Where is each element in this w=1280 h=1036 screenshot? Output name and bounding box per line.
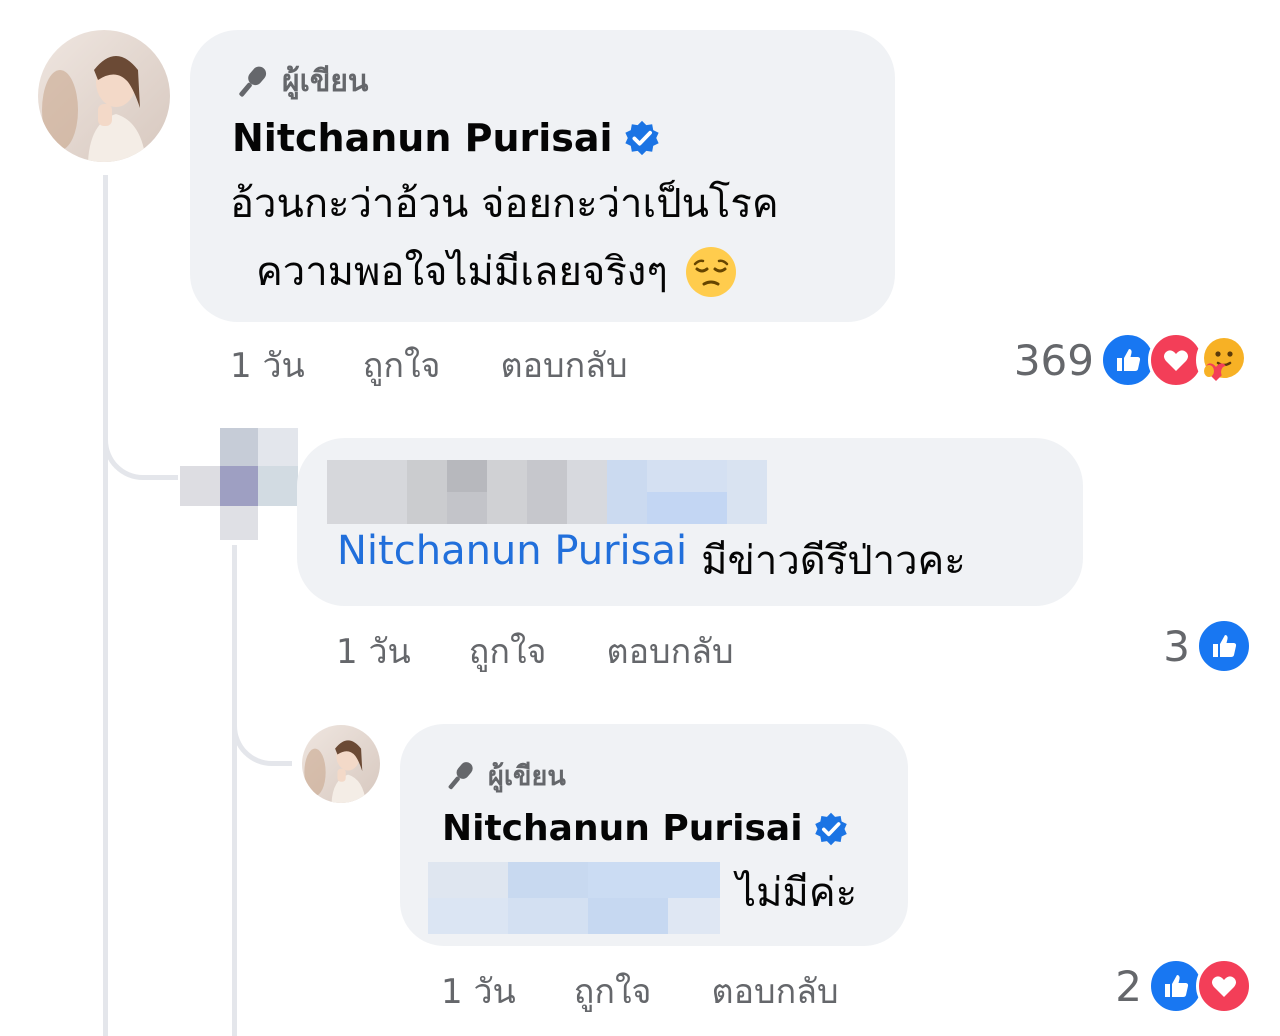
thread-connector [232, 690, 292, 766]
reaction-count: 369 [1013, 335, 1094, 385]
care-reaction-icon [1196, 332, 1252, 388]
author-badge: ผู้เขียน [442, 754, 566, 797]
reply-button[interactable]: ตอบกลับ [500, 338, 627, 392]
comment-time[interactable]: 1 วัน [441, 964, 516, 1018]
reaction-count: 2 [1115, 961, 1142, 1011]
author-badge: ผู้เขียน [232, 58, 368, 105]
comment-bubble: ผู้เขียน Nitchanun Purisai อ้วนกะว่าอ้วน… [190, 30, 895, 322]
comment-time[interactable]: 1 วัน [230, 338, 305, 392]
reaction-summary[interactable]: 369 [1014, 332, 1252, 388]
comment-bubble: Nitchanun Purisai มีข่าวดีรึป่าวคะ [297, 438, 1083, 606]
comment-text-line: Nitchanun Purisai มีข่าวดีรึป่าวคะ [337, 528, 966, 592]
avatar-photo [38, 30, 170, 162]
mention-link[interactable]: Nitchanun Purisai [337, 528, 687, 592]
comment-text-line-2: ความพอใจไม่มีเลยจริงๆ [256, 240, 738, 304]
reaction-summary[interactable]: 2 [1115, 958, 1252, 1014]
love-reaction-icon [1196, 958, 1252, 1014]
avatar[interactable] [38, 30, 170, 162]
microphone-icon [232, 62, 272, 102]
comment-time[interactable]: 1 วัน [336, 624, 411, 678]
like-button[interactable]: ถูกใจ [469, 624, 547, 678]
reply-button[interactable]: ตอบกลับ [711, 964, 838, 1018]
author-name-row: Nitchanun Purisai [442, 808, 849, 849]
reply-button[interactable]: ตอบกลับ [606, 624, 733, 678]
author-name-row: Nitchanun Purisai [232, 116, 661, 160]
like-reaction-icon [1196, 618, 1252, 674]
avatar-blurred[interactable] [180, 428, 298, 540]
comment-actions: 1 วัน ถูกใจ ตอบกลับ [441, 964, 839, 1018]
comment-actions: 1 วัน ถูกใจ ตอบกลับ [230, 338, 628, 392]
comment-actions: 1 วัน ถูกใจ ตอบกลับ [336, 624, 734, 678]
mention-blurred[interactable] [428, 862, 720, 934]
comment-bubble: ผู้เขียน Nitchanun Purisai ไม่มีค่ะ [400, 724, 908, 946]
avatar[interactable] [302, 725, 380, 803]
comment-text: ความพอใจไม่มีเลยจริงๆ [256, 249, 668, 295]
avatar-photo [302, 725, 380, 803]
comment-text: ไม่มีค่ะ [736, 870, 858, 916]
verified-badge-icon [813, 811, 849, 847]
microphone-icon [442, 758, 478, 794]
comment-text: มีข่าวดีรึป่าวคะ [701, 538, 966, 584]
reaction-summary[interactable]: 3 [1163, 618, 1252, 674]
thread-connector [103, 380, 178, 480]
like-button[interactable]: ถูกใจ [363, 338, 441, 392]
reaction-count: 3 [1163, 621, 1190, 671]
author-name[interactable]: Nitchanun Purisai [232, 116, 613, 160]
verified-badge-icon [623, 119, 661, 157]
comment-text: อ้วนกะว่าอ้วน จ่อยกะว่าเป็นโรค [230, 181, 779, 227]
thread-line [232, 545, 237, 1036]
pensive-face-icon [684, 245, 738, 299]
author-name-blurred[interactable] [327, 460, 767, 524]
author-badge-label: ผู้เขียน [282, 64, 369, 99]
author-name[interactable]: Nitchanun Purisai [442, 808, 803, 849]
author-badge-label: ผู้เขียน [488, 761, 566, 792]
like-button[interactable]: ถูกใจ [574, 964, 652, 1018]
thread-line [103, 175, 108, 1036]
